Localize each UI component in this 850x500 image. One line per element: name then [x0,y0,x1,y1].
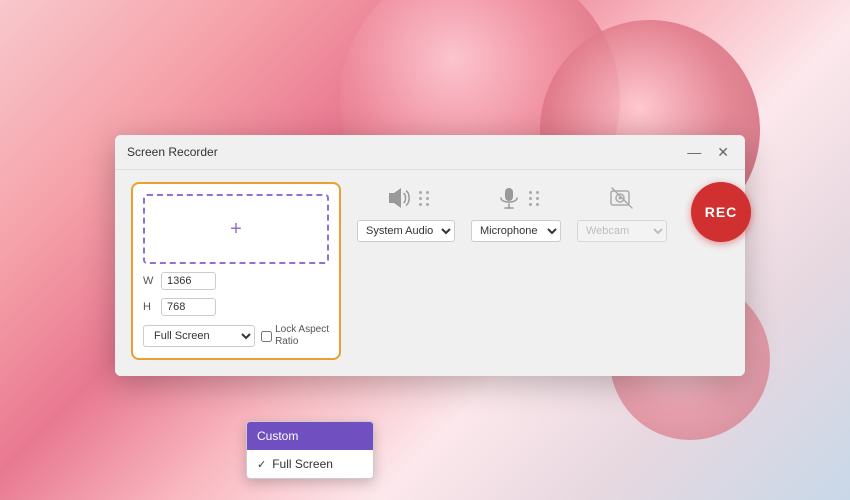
minimize-button[interactable]: — [683,143,705,161]
lock-aspect-checkbox[interactable] [261,331,272,342]
title-bar-controls: — ✕ [683,143,733,161]
speaker-icon [383,182,415,214]
screen-size-select[interactable]: Full Screen Custom [143,325,255,347]
lock-aspect-container: Lock AspectRatio [261,324,329,348]
dropdown-lock-row: Full Screen Custom Lock AspectRatio [143,324,329,348]
fullscreen-check-icon: ✓ [257,458,266,471]
system-audio-group: System Audio None [357,182,455,242]
lock-aspect-label: Lock AspectRatio [275,324,329,348]
microphone-dots [529,191,540,206]
height-input[interactable] [161,298,216,316]
webcam-group: Webcam [577,182,667,242]
custom-option-label: Custom [257,429,298,443]
system-audio-select[interactable]: System Audio None [357,220,455,242]
microphone-icon [493,182,525,214]
width-label: W [143,275,155,287]
width-row: W [143,272,329,290]
height-label: H [143,301,155,313]
system-audio-icon-row [383,182,430,214]
dropdown-option-fullscreen[interactable]: ✓ Full Screen [247,450,373,478]
screen-recorder-window: Screen Recorder — ✕ + W H [115,135,745,376]
screen-area-section: + W H Full Screen Custom Lock As [131,182,341,360]
rec-label: REC [705,204,738,220]
webcam-select[interactable]: Webcam [577,220,667,242]
dropdown-popup: Custom ✓ Full Screen [246,421,374,479]
width-input[interactable] [161,272,216,290]
av-section: System Audio None [357,182,751,242]
dropdown-option-custom[interactable]: Custom [247,422,373,450]
system-audio-dots [419,191,430,206]
height-row: H [143,298,329,316]
fullscreen-option-label: Full Screen [272,457,333,471]
add-region-icon: + [230,219,242,239]
close-button[interactable]: ✕ [713,143,733,161]
screen-preview-area[interactable]: + [143,194,329,264]
webcam-icon [606,182,638,214]
window-body: + W H Full Screen Custom Lock As [115,170,745,376]
title-bar: Screen Recorder — ✕ [115,135,745,170]
microphone-icon-row [493,182,540,214]
webcam-icon-row [606,182,638,214]
window-title: Screen Recorder [127,145,218,159]
microphone-group: Microphone None [471,182,561,242]
microphone-select[interactable]: Microphone None [471,220,561,242]
rec-button[interactable]: REC [691,182,751,242]
